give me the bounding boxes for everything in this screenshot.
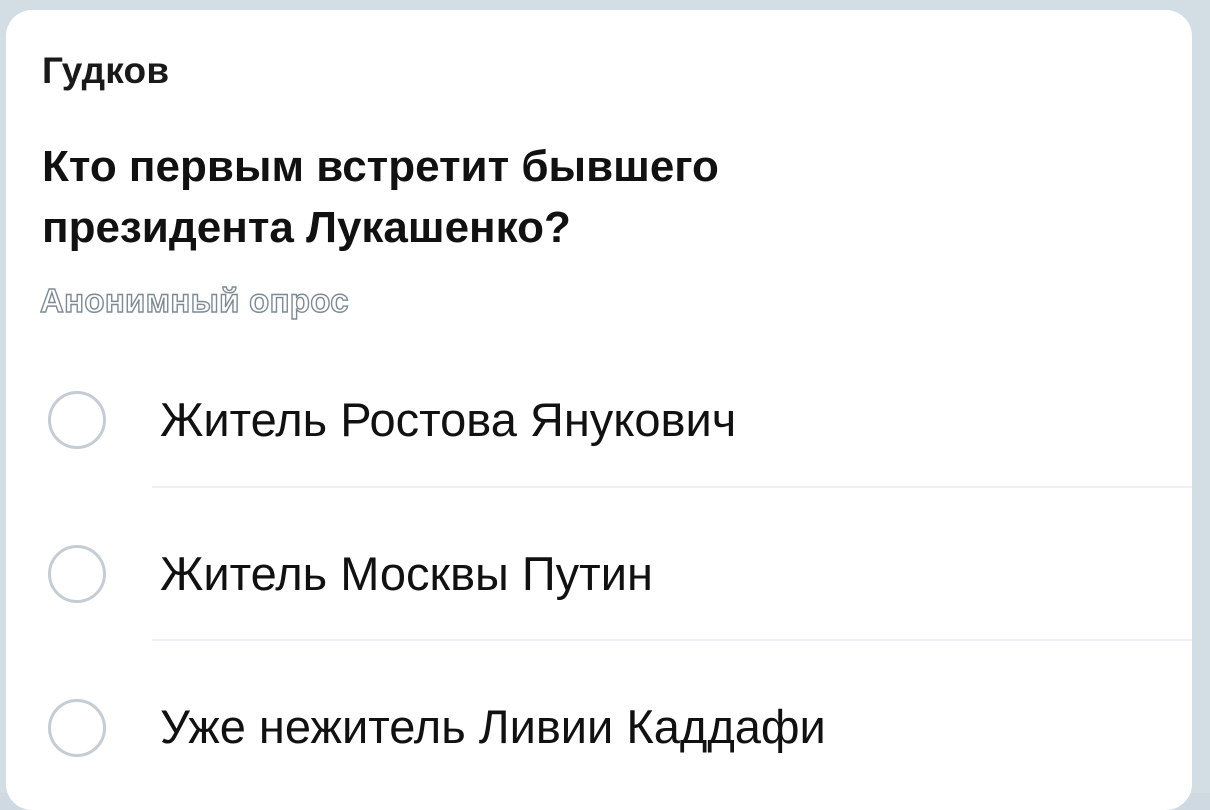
poll-type-label: Анонимный опрос bbox=[39, 281, 349, 319]
poll-question-line-2: президента Лукашенко? bbox=[42, 203, 571, 252]
poll-question-line-1: Кто первым встретит бывшего bbox=[42, 142, 719, 191]
poll-question: Кто первым встретит бывшего президента Л… bbox=[42, 136, 1042, 258]
poll-option-label: Уже нежитель Ливии Каддафи bbox=[160, 700, 826, 753]
poll-option-3[interactable]: Уже нежитель Ливии Каддафи bbox=[6, 668, 1192, 788]
poll-message-bubble: Гудков Кто первым встретит бывшего прези… bbox=[6, 10, 1192, 810]
radio-unchecked-icon[interactable] bbox=[48, 699, 106, 757]
option-divider bbox=[152, 486, 1192, 488]
radio-unchecked-icon[interactable] bbox=[48, 545, 106, 603]
poll-option-2[interactable]: Житель Москвы Путин bbox=[6, 515, 1192, 635]
poll-option-label: Житель Ростова Янукович bbox=[160, 393, 737, 446]
option-divider bbox=[152, 639, 1192, 641]
poll-option-label: Житель Москвы Путин bbox=[160, 547, 653, 600]
radio-unchecked-icon[interactable] bbox=[48, 391, 106, 449]
poll-option-1[interactable]: Житель Ростова Янукович bbox=[6, 360, 1192, 480]
sender-name[interactable]: Гудков bbox=[42, 50, 169, 92]
